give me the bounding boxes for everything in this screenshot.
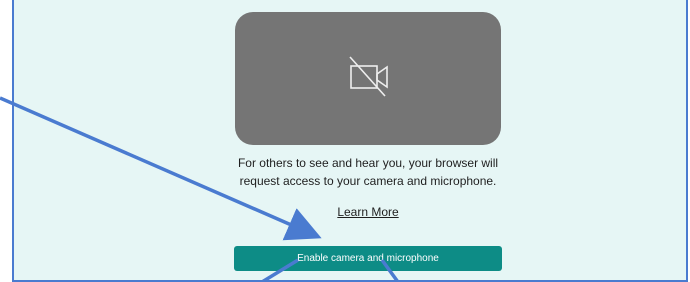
learn-more-link[interactable]: Learn More	[324, 205, 412, 219]
prompt-line-1: For others to see and hear you, your bro…	[237, 156, 499, 170]
camera-off-icon	[349, 56, 388, 97]
prompt-line-2: request access to your camera and microp…	[239, 174, 497, 188]
enable-camera-microphone-button[interactable]: Enable camera and microphone	[234, 246, 502, 271]
video-preview	[235, 12, 501, 145]
permission-prompt: For others to see and hear you, your bro…	[200, 154, 536, 190]
permission-panel: For others to see and hear you, your bro…	[12, 0, 688, 282]
